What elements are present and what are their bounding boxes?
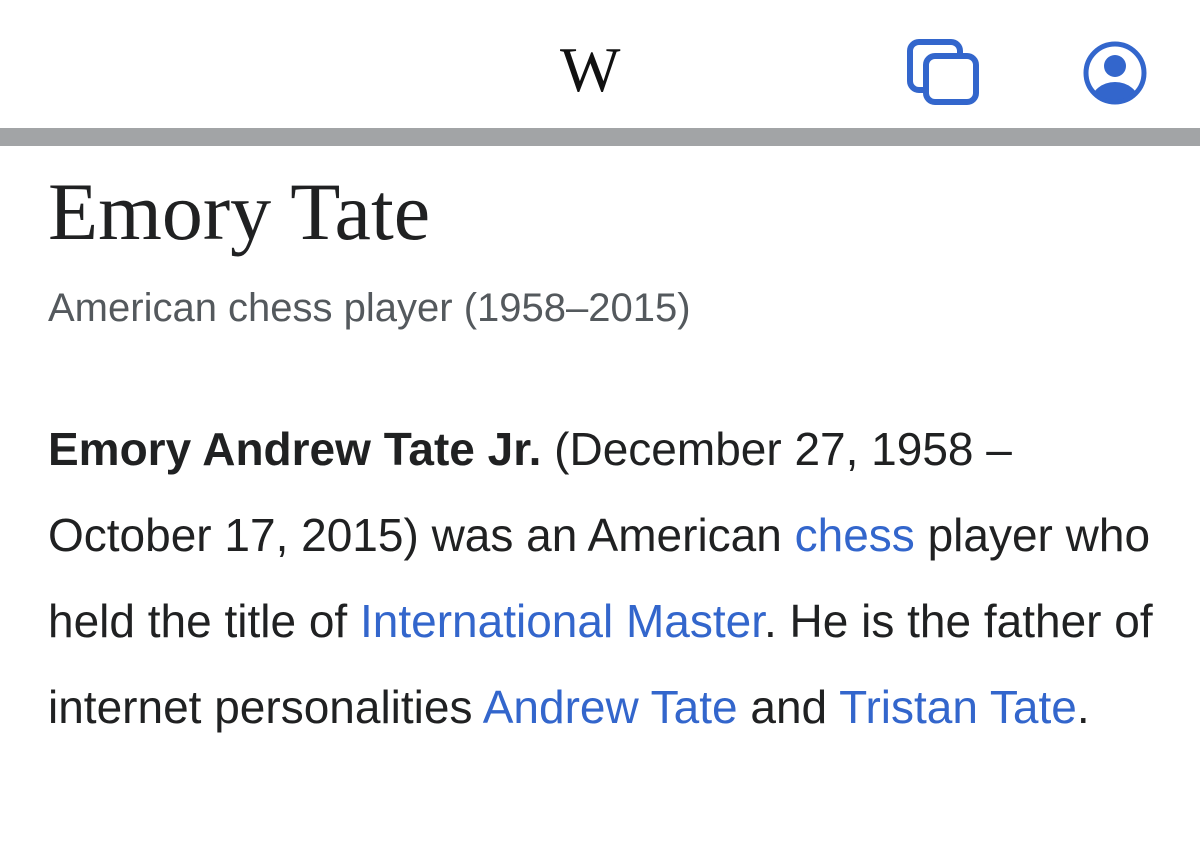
lead-text-5: . <box>1076 681 1090 733</box>
page-title: Emory Tate <box>48 166 431 257</box>
link-international-master[interactable]: International Master <box>360 595 764 647</box>
subject-name: Emory Andrew Tate Jr. <box>48 423 542 475</box>
link-chess[interactable]: chess <box>795 509 915 561</box>
short-description: American chess player (1958–2015) <box>48 286 691 330</box>
wikipedia-logo[interactable]: W <box>560 30 620 110</box>
header-divider <box>0 128 1200 146</box>
link-tristan-tate[interactable]: Tristan Tate <box>839 681 1077 733</box>
tabs-icon[interactable] <box>906 38 980 106</box>
lead-paragraph: Emory Andrew Tate Jr. (December 27, 1958… <box>48 406 1168 750</box>
user-account-icon[interactable] <box>1082 40 1148 106</box>
link-andrew-tate[interactable]: Andrew Tate <box>483 681 738 733</box>
lead-text-4: and <box>737 681 840 733</box>
top-bar: W <box>0 0 1200 128</box>
